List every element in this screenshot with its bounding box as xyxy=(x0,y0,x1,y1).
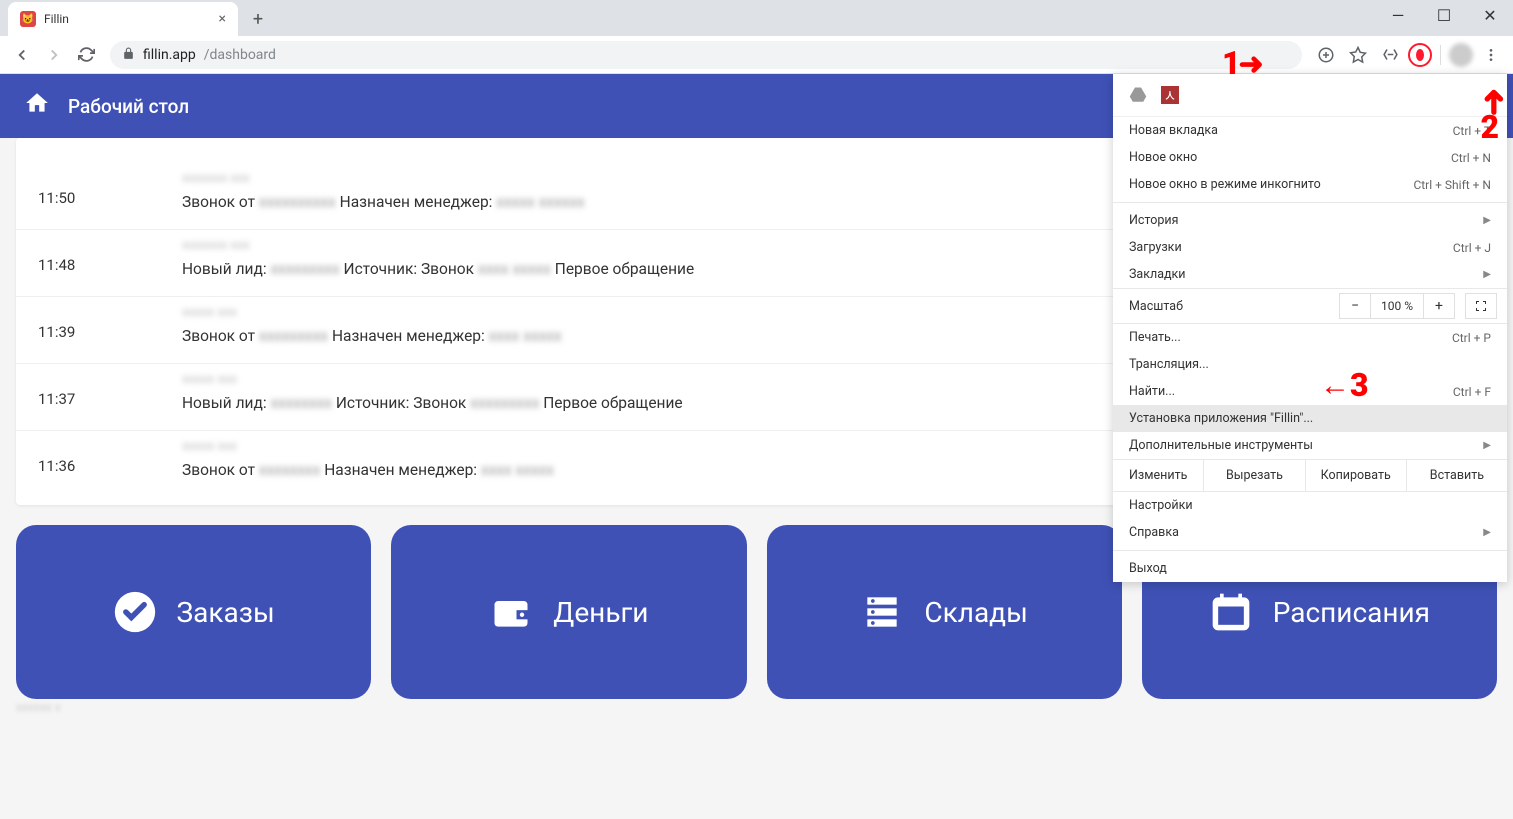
toolbar-icons xyxy=(1312,41,1505,69)
extension-opera-icon[interactable] xyxy=(1408,43,1432,67)
back-button[interactable] xyxy=(8,41,36,69)
annotation-3: ←3 xyxy=(1320,366,1369,404)
feed-time: 11:39 xyxy=(38,305,182,341)
separator xyxy=(1440,45,1441,65)
menu-find[interactable]: Найти...Ctrl + F xyxy=(1113,378,1507,405)
tab-close-icon[interactable]: × xyxy=(219,11,226,27)
profile-avatar[interactable] xyxy=(1449,43,1473,67)
menu-new-window[interactable]: Новое окноCtrl + N xyxy=(1113,144,1507,171)
url-host: fillin.app xyxy=(143,47,196,63)
paste-button[interactable]: Вставить xyxy=(1406,460,1507,491)
tile-label: Заказы xyxy=(177,596,275,629)
maximize-button[interactable]: ☐ xyxy=(1421,0,1467,30)
browser-toolbar: fillin.app/dashboard xyxy=(0,36,1513,74)
browser-tab[interactable]: 😺 Fillin × xyxy=(8,2,238,36)
home-icon[interactable] xyxy=(24,90,50,122)
tile-label: Расписания xyxy=(1273,596,1430,629)
menu-history[interactable]: История▶ xyxy=(1113,207,1507,234)
tab-title: Fillin xyxy=(44,12,211,26)
zoom-in-button[interactable]: + xyxy=(1423,293,1455,319)
wallet-icon xyxy=(489,590,533,634)
tile-storage[interactable]: Склады xyxy=(767,525,1122,699)
fullscreen-button[interactable] xyxy=(1465,293,1497,319)
chrome-menu: 人 Новая вкладкаCtrl + T Новое окноCtrl +… xyxy=(1113,74,1507,582)
menu-edit-row: Изменить Вырезать Копировать Вставить xyxy=(1113,459,1507,492)
annotation-1: 1 xyxy=(1222,44,1264,82)
zoom-value: 100 % xyxy=(1370,293,1424,319)
tile-label: Склады xyxy=(924,596,1027,629)
forward-button[interactable] xyxy=(40,41,68,69)
favicon-icon: 😺 xyxy=(20,11,36,27)
cut-button[interactable]: Вырезать xyxy=(1203,460,1304,491)
pdf-icon[interactable]: 人 xyxy=(1161,86,1179,104)
menu-new-tab[interactable]: Новая вкладкаCtrl + T xyxy=(1113,117,1507,144)
url-path: /dashboard xyxy=(204,47,276,63)
install-icon[interactable] xyxy=(1312,41,1340,69)
feed-time: 11:37 xyxy=(38,372,182,408)
tile-check[interactable]: Заказы xyxy=(16,525,371,699)
menu-cast[interactable]: Трансляция... xyxy=(1113,351,1507,378)
separator xyxy=(1113,550,1507,551)
window-controls: — ☐ ✕ xyxy=(1375,0,1513,30)
minimize-button[interactable]: — xyxy=(1375,0,1421,30)
feed-time: 11:36 xyxy=(38,439,182,475)
extension-recycle-icon[interactable] xyxy=(1376,41,1404,69)
menu-top-icons: 人 xyxy=(1113,74,1507,117)
menu-settings[interactable]: Настройки xyxy=(1113,492,1507,519)
close-window-button[interactable]: ✕ xyxy=(1467,0,1513,30)
separator xyxy=(1113,202,1507,203)
lock-icon xyxy=(122,47,135,63)
check-icon xyxy=(113,590,157,634)
new-tab-button[interactable]: + xyxy=(244,5,272,33)
menu-downloads[interactable]: ЗагрузкиCtrl + J xyxy=(1113,234,1507,261)
feed-time: 11:48 xyxy=(38,238,182,274)
reload-button[interactable] xyxy=(72,41,100,69)
menu-more-tools[interactable]: Дополнительные инструменты▶ xyxy=(1113,432,1507,459)
menu-print[interactable]: Печать...Ctrl + P xyxy=(1113,324,1507,351)
feed-time: 11:50 xyxy=(38,171,182,207)
menu-install-app[interactable]: Установка приложения "Fillin"... xyxy=(1113,405,1507,432)
annotation-2: 2 xyxy=(1480,108,1499,146)
storage-icon xyxy=(860,590,904,634)
menu-bookmarks[interactable]: Закладки▶ xyxy=(1113,261,1507,288)
drive-icon[interactable] xyxy=(1129,86,1147,104)
menu-help[interactable]: Справка▶ xyxy=(1113,519,1507,546)
address-bar[interactable]: fillin.app/dashboard xyxy=(110,41,1302,69)
tile-label: Деньги xyxy=(553,596,648,629)
menu-exit[interactable]: Выход xyxy=(1113,555,1507,582)
edit-label: Изменить xyxy=(1113,460,1203,491)
menu-zoom: Масштаб − 100 % + xyxy=(1113,288,1507,324)
tab-bar: 😺 Fillin × + xyxy=(0,0,1513,36)
copy-button[interactable]: Копировать xyxy=(1305,460,1406,491)
menu-dots-icon[interactable] xyxy=(1477,41,1505,69)
calendar-icon xyxy=(1209,590,1253,634)
zoom-label: Масштаб xyxy=(1129,299,1183,314)
zoom-out-button[interactable]: − xyxy=(1339,293,1371,319)
menu-incognito[interactable]: Новое окно в режиме инкогнитоCtrl + Shif… xyxy=(1113,171,1507,198)
bookmark-star-icon[interactable] xyxy=(1344,41,1372,69)
tile-wallet[interactable]: Деньги xyxy=(391,525,746,699)
page-title: Рабочий стол xyxy=(68,95,189,118)
footer-text: xxxxxx x xyxy=(16,700,61,714)
